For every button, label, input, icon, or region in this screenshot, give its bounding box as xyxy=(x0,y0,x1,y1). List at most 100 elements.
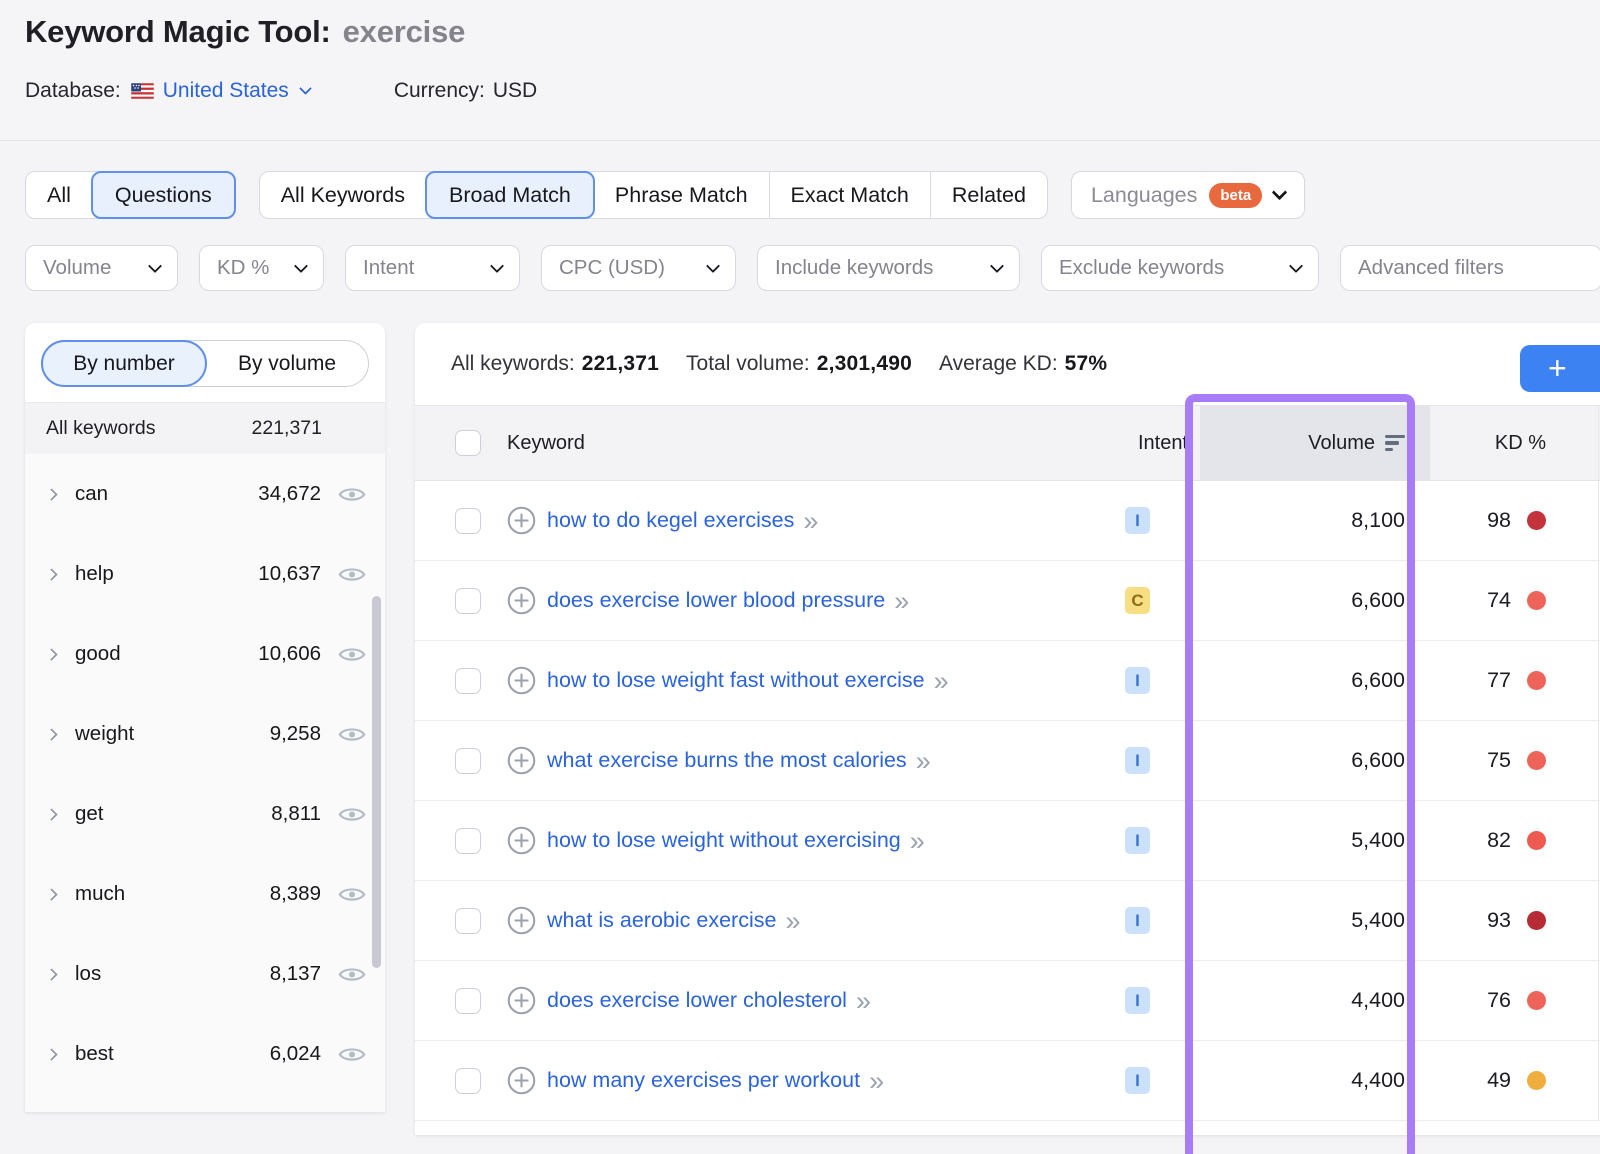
group-count: 10,637 xyxy=(258,562,321,586)
row-checkbox[interactable] xyxy=(455,508,481,534)
kd-value: 98 xyxy=(1487,508,1511,533)
select-all-checkbox[interactable] xyxy=(455,430,481,456)
row-checkbox[interactable] xyxy=(455,588,481,614)
match-tabs-row: AllQuestions All KeywordsBroad MatchPhra… xyxy=(25,171,1305,219)
intent-badge[interactable]: I xyxy=(1125,827,1150,854)
filter-dropdown[interactable]: Include keywords xyxy=(757,245,1020,291)
keyword-group-item[interactable]: help 10,637 xyxy=(25,534,385,614)
eye-icon[interactable] xyxy=(337,485,367,504)
expand-keyword-icon[interactable]: » xyxy=(910,831,922,851)
group-label: best xyxy=(75,1042,270,1066)
match-type-tab[interactable]: Related xyxy=(930,172,1047,218)
question-filter-tabs: AllQuestions xyxy=(25,171,236,219)
intent-badge[interactable]: I xyxy=(1125,1067,1150,1094)
intent-badge[interactable]: I xyxy=(1125,747,1150,774)
table-row: what exercise burns the most calories » … xyxy=(415,721,1600,801)
keyword-link[interactable]: how to lose weight fast without exercise xyxy=(547,668,925,693)
keyword-link[interactable]: what is aerobic exercise xyxy=(547,908,776,933)
chevron-down-icon xyxy=(706,258,720,272)
eye-icon[interactable] xyxy=(337,805,367,824)
filter-dropdown[interactable]: Volume xyxy=(25,245,178,291)
column-kd[interactable]: KD % xyxy=(1495,432,1546,455)
row-checkbox[interactable] xyxy=(455,908,481,934)
expand-keyword-icon[interactable]: » xyxy=(785,911,797,931)
eye-icon[interactable] xyxy=(337,1045,367,1064)
intent-badge[interactable]: I xyxy=(1125,507,1150,534)
database-selector[interactable]: United States xyxy=(121,79,310,103)
match-type-tab[interactable]: Questions xyxy=(91,171,236,219)
keyword-group-item[interactable]: best 6,024 xyxy=(25,1014,385,1094)
eye-icon[interactable] xyxy=(337,725,367,744)
keyword-group-item[interactable]: good 10,606 xyxy=(25,614,385,694)
keyword-link[interactable]: what exercise burns the most calories xyxy=(547,748,907,773)
eye-icon[interactable] xyxy=(337,645,367,664)
all-keywords-row[interactable]: All keywords 221,371 xyxy=(25,402,385,454)
sort-desc-icon[interactable] xyxy=(1385,435,1405,452)
match-type-tab[interactable]: All Keywords xyxy=(260,172,426,218)
add-keyword-icon[interactable] xyxy=(507,986,536,1015)
keyword-link[interactable]: how many exercises per workout xyxy=(547,1068,860,1093)
sort-mode-option[interactable]: By number xyxy=(41,340,207,387)
filter-dropdown[interactable]: Exclude keywords xyxy=(1041,245,1319,291)
add-keyword-icon[interactable] xyxy=(507,1066,536,1095)
add-to-list-button[interactable]: + xyxy=(1520,345,1600,392)
row-checkbox[interactable] xyxy=(455,748,481,774)
keyword-link[interactable]: how to do kegel exercises xyxy=(547,508,794,533)
filter-dropdown[interactable]: Advanced filters xyxy=(1340,245,1600,291)
intent-badge[interactable]: I xyxy=(1125,987,1150,1014)
row-checkbox[interactable] xyxy=(455,1068,481,1094)
add-keyword-icon[interactable] xyxy=(507,506,536,535)
column-keyword[interactable]: Keyword xyxy=(507,432,585,455)
add-keyword-icon[interactable] xyxy=(507,826,536,855)
table-header: Keyword Intent Volume KD % xyxy=(415,405,1600,481)
keyword-group-item[interactable]: los 8,137 xyxy=(25,934,385,1014)
volume-value: 8,100 xyxy=(1351,508,1405,533)
keyword-group-item[interactable]: weight 9,258 xyxy=(25,694,385,774)
add-keyword-icon[interactable] xyxy=(507,746,536,775)
filter-dropdown[interactable]: CPC (USD) xyxy=(541,245,736,291)
chevron-down-icon xyxy=(490,258,504,272)
row-checkbox[interactable] xyxy=(455,668,481,694)
row-checkbox[interactable] xyxy=(455,828,481,854)
expand-keyword-icon[interactable]: » xyxy=(856,991,868,1011)
keyword-link[interactable]: does exercise lower blood pressure xyxy=(547,588,885,613)
expand-keyword-icon[interactable]: » xyxy=(803,511,815,531)
group-count: 6,024 xyxy=(270,1042,321,1066)
column-volume[interactable]: Volume xyxy=(1308,432,1375,455)
add-keyword-icon[interactable] xyxy=(507,906,536,935)
languages-dropdown[interactable]: Languages beta xyxy=(1071,171,1305,219)
sort-mode-option[interactable]: By volume xyxy=(206,341,368,386)
keyword-group-item[interactable]: can 34,672 xyxy=(25,454,385,534)
row-checkbox[interactable] xyxy=(455,988,481,1014)
eye-icon[interactable] xyxy=(337,965,367,984)
expand-keyword-icon[interactable]: » xyxy=(894,591,906,611)
keyword-link[interactable]: how to lose weight without exercising xyxy=(547,828,901,853)
intent-badge[interactable]: I xyxy=(1125,667,1150,694)
keyword-group-item[interactable]: get 8,811 xyxy=(25,774,385,854)
intent-badge[interactable]: C xyxy=(1125,587,1150,614)
eye-icon[interactable] xyxy=(337,565,367,584)
add-keyword-icon[interactable] xyxy=(507,586,536,615)
expand-keyword-icon[interactable]: » xyxy=(916,751,928,771)
match-type-tab[interactable]: Phrase Match xyxy=(594,172,769,218)
match-type-tab[interactable]: Broad Match xyxy=(425,171,595,219)
keyword-group-item[interactable]: much 8,389 xyxy=(25,854,385,934)
group-count: 8,389 xyxy=(270,882,321,906)
kd-value: 77 xyxy=(1487,668,1511,693)
filter-dropdown[interactable]: KD % xyxy=(199,245,324,291)
match-type-tab[interactable]: Exact Match xyxy=(769,172,930,218)
chevron-down-icon xyxy=(1289,258,1303,272)
expand-keyword-icon[interactable]: » xyxy=(869,1071,881,1091)
intent-badge[interactable]: I xyxy=(1125,907,1150,934)
column-intent[interactable]: Intent xyxy=(1138,432,1188,455)
volume-value: 6,600 xyxy=(1351,748,1405,773)
keyword-link[interactable]: does exercise lower cholesterol xyxy=(547,988,847,1013)
sidebar-scrollbar[interactable] xyxy=(372,596,381,968)
expand-keyword-icon[interactable]: » xyxy=(934,671,946,691)
add-keyword-icon[interactable] xyxy=(507,666,536,695)
all-keywords-label: All keywords xyxy=(46,417,155,440)
match-type-tab[interactable]: All xyxy=(26,172,92,218)
summary-bar: All keywords:221,371 Total volume:2,301,… xyxy=(415,323,1600,405)
eye-icon[interactable] xyxy=(337,885,367,904)
filter-dropdown[interactable]: Intent xyxy=(345,245,520,291)
